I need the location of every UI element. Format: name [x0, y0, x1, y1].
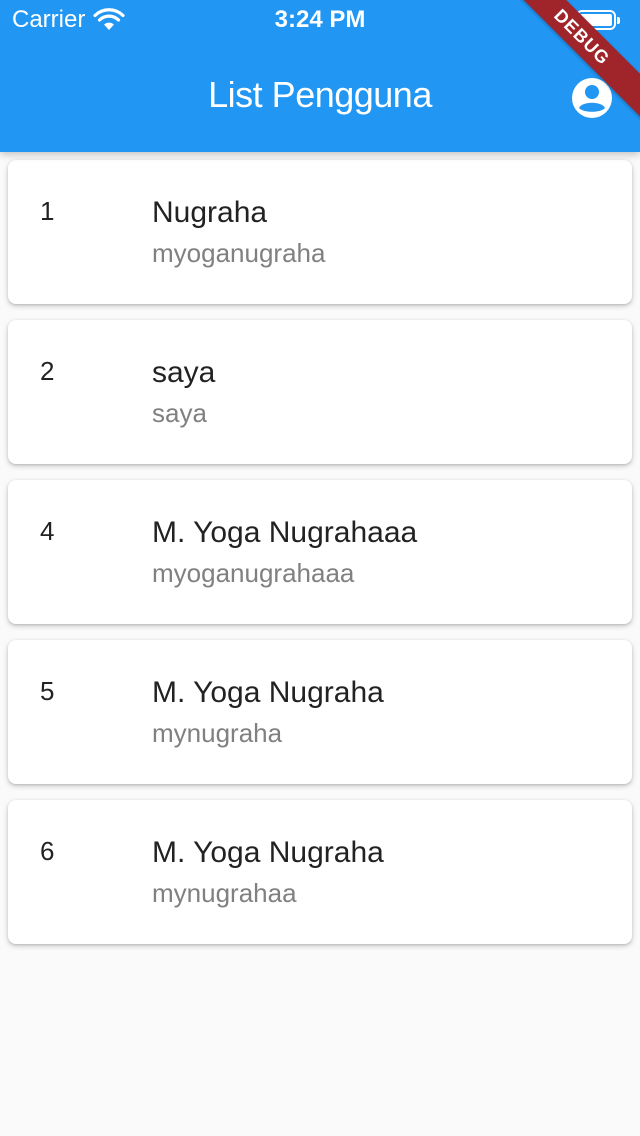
user-id: 4	[40, 516, 55, 546]
user-list: 1 Nugraha myoganugraha 2 saya saya 4 M. …	[8, 160, 632, 960]
user-username: myoganugrahaaa	[152, 558, 355, 588]
user-username: mynugrahaa	[152, 878, 297, 908]
user-id: 1	[40, 196, 55, 226]
user-username: myoganugraha	[152, 238, 326, 268]
user-username: mynugraha	[152, 718, 283, 748]
user-id: 6	[40, 836, 55, 866]
user-id: 5	[40, 676, 55, 706]
user-card[interactable]: 1 Nugraha myoganugraha	[8, 160, 632, 304]
page-title: List Pengguna	[208, 74, 432, 115]
user-card[interactable]: 2 saya saya	[8, 320, 632, 464]
app-bar: Carrier 3:24 PM List Pengguna	[0, 0, 640, 152]
user-name: M. Yoga Nugraha	[152, 836, 384, 869]
user-name: M. Yoga Nugraha	[152, 676, 384, 709]
user-id: 2	[40, 356, 55, 386]
user-card[interactable]: 4 M. Yoga Nugrahaaa myoganugrahaaa	[8, 480, 632, 624]
user-username: saya	[152, 398, 207, 428]
user-card[interactable]: 5 M. Yoga Nugraha mynugraha	[8, 640, 632, 784]
user-name: Nugraha	[152, 196, 268, 229]
user-card[interactable]: 6 M. Yoga Nugraha mynugrahaa	[8, 800, 632, 944]
user-name: saya	[152, 356, 216, 389]
user-name: M. Yoga Nugrahaaa	[152, 516, 418, 549]
